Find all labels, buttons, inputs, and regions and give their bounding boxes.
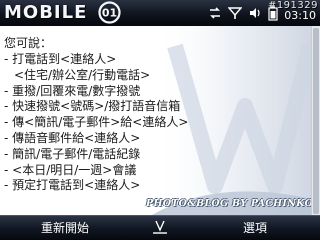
options-softkey[interactable]: 選項 <box>190 216 320 240</box>
title-bar: MOBILE 01 #191329 03:10 <box>0 0 320 26</box>
list-item: - 重撥/回覆來電/數字撥號 <box>4 83 141 98</box>
voice-command-help: 您可說： - 打電話到<連絡人> <住宅/辦公室/行動電話> - 重撥/回覆來電… <box>0 26 320 216</box>
photo-credit-watermark: PHOTO&BLOG BY PACHINKO <box>146 198 314 209</box>
input-panel-button[interactable] <box>145 218 175 238</box>
scrollbar[interactable] <box>311 26 320 216</box>
list-item: - <本日/明日/一週>會議 <box>4 162 137 177</box>
softkey-bar: 重新開始 選項 <box>0 215 320 240</box>
battery-icon[interactable] <box>268 6 278 21</box>
mobile01-logo-badge: 01 <box>98 1 121 24</box>
list-item: - 傳語音郵件給<連絡人> <box>4 130 141 145</box>
mobile01-logo-text: MOBILE <box>4 2 88 23</box>
list-item: - 簡訊/電子郵件/電話紀錄 <box>4 146 141 161</box>
keyboard-icon <box>153 220 167 234</box>
list-item: - 打電話到<連絡人> <box>4 52 117 66</box>
restart-softkey[interactable]: 重新開始 <box>0 216 130 240</box>
status-icons: 03:10 <box>208 3 316 23</box>
clock[interactable]: 03:10 <box>284 10 316 22</box>
heading: 您可說： <box>4 36 53 50</box>
list-item: - 傳<簡訊/電子郵件>給<連絡人> <box>4 115 189 130</box>
list-item: - 快速撥號<號碼>/撥打語音信箱 <box>4 99 181 114</box>
command-list: - 打電話到<連絡人> <住宅/辦公室/行動電話> - 重撥/回覆來電/數字撥號… <box>4 52 188 194</box>
list-item: <住宅/辦公室/行動電話> <box>14 67 151 82</box>
scrollbar-thumb[interactable] <box>313 28 319 214</box>
signal-icon[interactable] <box>228 6 243 20</box>
sync-icon[interactable] <box>208 6 222 20</box>
volume-icon[interactable] <box>248 6 262 20</box>
list-item: - 預定打電話到<連絡人> <box>4 178 141 193</box>
svg-text:01: 01 <box>102 7 117 20</box>
